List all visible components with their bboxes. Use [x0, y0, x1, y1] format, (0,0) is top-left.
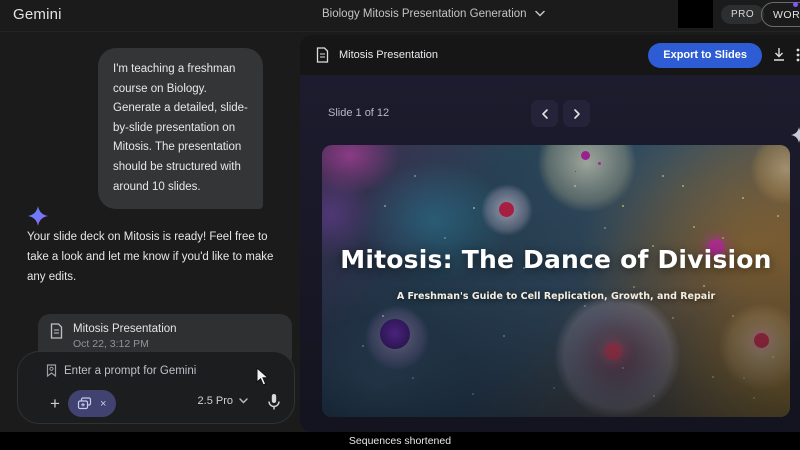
previous-slide-button[interactable]	[531, 100, 558, 127]
pro-badge: PRO	[721, 5, 764, 24]
slide-subtitle: A Freshman's Guide to Cell Replication, …	[322, 291, 790, 302]
attachment-title: Mitosis Presentation	[73, 323, 177, 335]
download-icon[interactable]	[772, 47, 786, 67]
chevron-down-icon	[239, 395, 248, 407]
export-to-slides-button[interactable]: Export to Slides	[648, 43, 762, 68]
gemini-logo[interactable]: Gemini	[13, 6, 62, 23]
assistant-message: Your slide deck on Mitosis is ready! Fee…	[27, 227, 282, 287]
gemini-sparkle-icon	[28, 206, 48, 226]
slide-overlay	[322, 145, 790, 417]
prompt-flag-icon	[46, 364, 57, 382]
model-selector[interactable]: 2.5 Pro	[198, 395, 248, 407]
chevron-down-icon	[535, 8, 545, 20]
slide-image[interactable]: Mitosis: The Dance of Division A Freshma…	[322, 145, 790, 417]
next-slide-button[interactable]	[563, 100, 590, 127]
mouse-cursor	[256, 368, 270, 392]
slide-title: Mitosis: The Dance of Division	[322, 245, 790, 274]
caption-text: Sequences shortened	[349, 435, 451, 447]
document-icon	[50, 323, 63, 339]
model-label: 2.5 Pro	[198, 395, 233, 407]
attachment-timestamp: Oct 22, 3:12 PM	[73, 338, 177, 350]
slide-counter: Slide 1 of 12	[328, 107, 389, 119]
prompt-composer: + × 2.5 Pro	[17, 351, 295, 424]
stacked-slides-icon	[77, 397, 92, 410]
microphone-icon[interactable]	[267, 393, 281, 416]
tool-chip[interactable]: ×	[68, 390, 116, 417]
slide-viewer: Slide 1 of 12 Mito	[300, 75, 800, 432]
prompt-input[interactable]	[64, 362, 274, 380]
conversation-title: Biology Mitosis Presentation Generation	[322, 8, 527, 20]
add-attachment-button[interactable]: +	[44, 393, 66, 415]
masked-area	[678, 0, 713, 28]
user-message-bubble: I'm teaching a freshman course on Biolog…	[98, 48, 263, 209]
caption-bar: Sequences shortened	[0, 432, 800, 450]
top-bar: Gemini Biology Mitosis Presentation Gene…	[0, 0, 800, 32]
sparkle-icon	[791, 127, 800, 148]
slides-panel-header: Mitosis Presentation Export to Slides	[300, 35, 800, 75]
more-options-icon[interactable]	[796, 48, 800, 67]
slides-panel: Mitosis Presentation Export to Slides Sl…	[300, 35, 800, 432]
conversation-title-dropdown[interactable]: Biology Mitosis Presentation Generation	[322, 8, 545, 20]
panel-title: Mitosis Presentation	[339, 49, 438, 61]
notification-dot	[793, 2, 798, 7]
close-icon[interactable]: ×	[100, 398, 106, 410]
app-window: Gemini Biology Mitosis Presentation Gene…	[0, 0, 800, 450]
document-icon	[316, 47, 329, 63]
